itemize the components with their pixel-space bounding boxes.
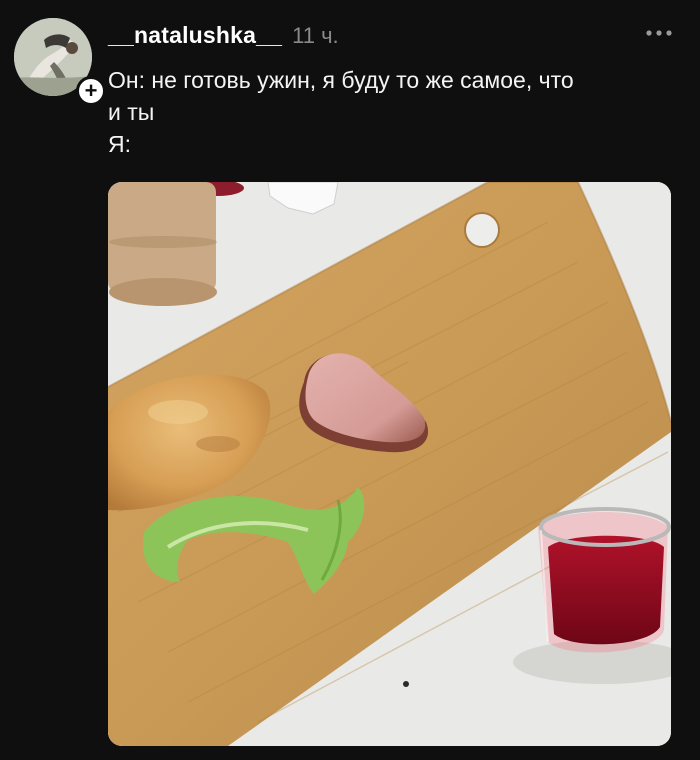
food-photo [108, 182, 671, 746]
post-image[interactable] [108, 182, 671, 746]
post-text-line: Я: [108, 131, 131, 157]
follow-button[interactable]: + [76, 76, 106, 106]
post-timestamp[interactable]: 11 ч. [292, 23, 339, 49]
post-text: Он: не готовь ужин, я буду то же самое, … [108, 64, 668, 160]
author-avatar-wrapper[interactable]: + [14, 18, 106, 106]
more-horizontal-icon[interactable] [644, 25, 674, 41]
post-text-line: и ты [108, 99, 155, 125]
post-text-line: Он: не готовь ужин, я буду то же самое, … [108, 67, 574, 93]
post-header: __natalushka__ 11 ч. [108, 22, 339, 52]
plus-icon: + [84, 78, 98, 103]
username[interactable]: __natalushka__ [108, 22, 282, 49]
